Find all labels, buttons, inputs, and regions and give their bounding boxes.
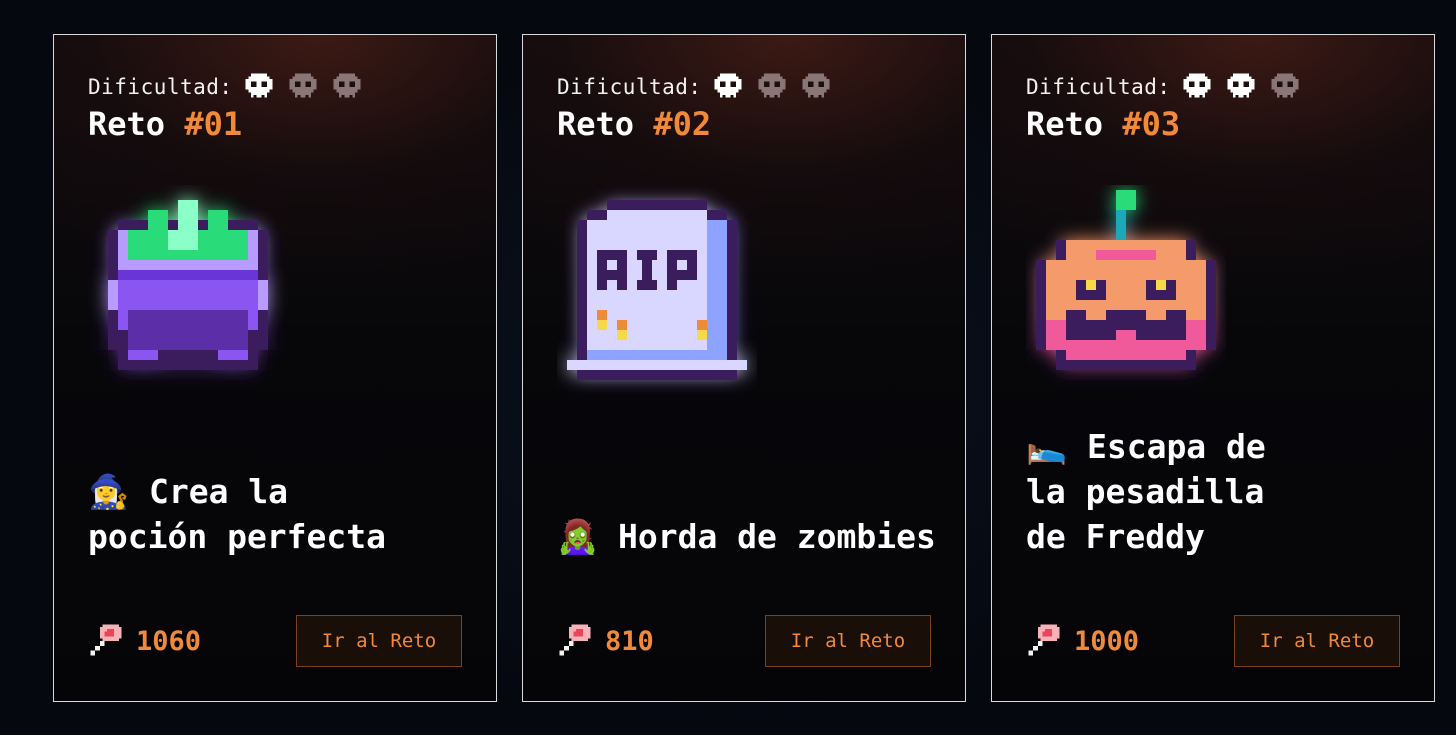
challenge-title: Reto #01	[88, 105, 242, 143]
lollipop-icon	[559, 624, 591, 656]
score: 810	[557, 622, 654, 660]
challenge-emoji: 🛌	[1026, 427, 1068, 466]
challenge-card-03: Dificultad: Reto #03 🛌 Escapa de la pesa…	[991, 34, 1435, 702]
challenge-emoji: 🧙‍♀️	[88, 472, 130, 511]
challenge-card-01: Dificultad: Reto #01	[53, 34, 497, 702]
score-value: 810	[605, 625, 654, 657]
score-value: 1060	[136, 625, 202, 657]
card-footer: 1060 Ir al Reto	[88, 615, 462, 667]
score-value: 1000	[1074, 625, 1140, 657]
title-prefix: Reto	[1026, 105, 1104, 143]
challenge-name-text: Crea la poción perfecta	[88, 472, 387, 556]
challenge-name: 🧙‍♀️ Crea la poción perfecta	[88, 469, 478, 559]
card-footer: 810 Ir al Reto	[557, 615, 931, 667]
skull-icon-inactive	[1271, 73, 1298, 98]
skull-icon-active	[1227, 73, 1254, 98]
challenge-name: 🛌 Escapa de la pesadilla de Freddy	[1026, 424, 1416, 559]
skull-icon-active	[714, 73, 741, 98]
title-prefix: Reto	[88, 105, 166, 143]
lollipop-icon	[1028, 624, 1060, 656]
difficulty-label: Dificultad:	[557, 75, 702, 99]
challenge-name: 🧟‍♀️ Horda de zombies	[557, 514, 947, 559]
score: 1000	[1026, 622, 1139, 660]
title-prefix: Reto	[557, 105, 635, 143]
skull-icon-inactive	[758, 73, 785, 98]
difficulty-skulls	[712, 71, 832, 103]
skull-icon-inactive	[289, 73, 316, 98]
difficulty-row: Dificultad:	[88, 69, 363, 105]
skull-icon-inactive	[333, 73, 360, 98]
card-footer: 1000 Ir al Reto	[1026, 615, 1400, 667]
challenge-title: Reto #03	[1026, 105, 1180, 143]
difficulty-label: Dificultad:	[1026, 75, 1171, 99]
title-number: #02	[653, 105, 712, 143]
go-to-challenge-button[interactable]: Ir al Reto	[296, 615, 462, 667]
challenge-emoji: 🧟‍♀️	[557, 517, 599, 556]
challenges-grid: Dificultad: Reto #01	[0, 0, 1456, 735]
score: 1060	[88, 622, 201, 660]
go-to-challenge-button[interactable]: Ir al Reto	[1234, 615, 1400, 667]
difficulty-row: Dificultad:	[1026, 69, 1301, 105]
difficulty-row: Dificultad:	[557, 69, 832, 105]
skull-icon-active	[245, 73, 272, 98]
difficulty-skulls	[1181, 71, 1301, 103]
tombstone-icon	[557, 185, 757, 395]
skull-icon-active	[1183, 73, 1210, 98]
skull-icon-inactive	[802, 73, 829, 98]
difficulty-label: Dificultad:	[88, 75, 233, 99]
jack-o-lantern-icon	[1026, 185, 1226, 395]
go-to-challenge-button[interactable]: Ir al Reto	[765, 615, 931, 667]
title-number: #01	[184, 105, 243, 143]
challenge-name-text: Horda de zombies	[617, 517, 936, 556]
cauldron-icon	[88, 185, 288, 395]
lollipop-icon	[90, 624, 122, 656]
challenge-card-02: Dificultad: Reto #02	[522, 34, 966, 702]
difficulty-skulls	[243, 71, 363, 103]
title-number: #03	[1122, 105, 1181, 143]
challenge-title: Reto #02	[557, 105, 711, 143]
